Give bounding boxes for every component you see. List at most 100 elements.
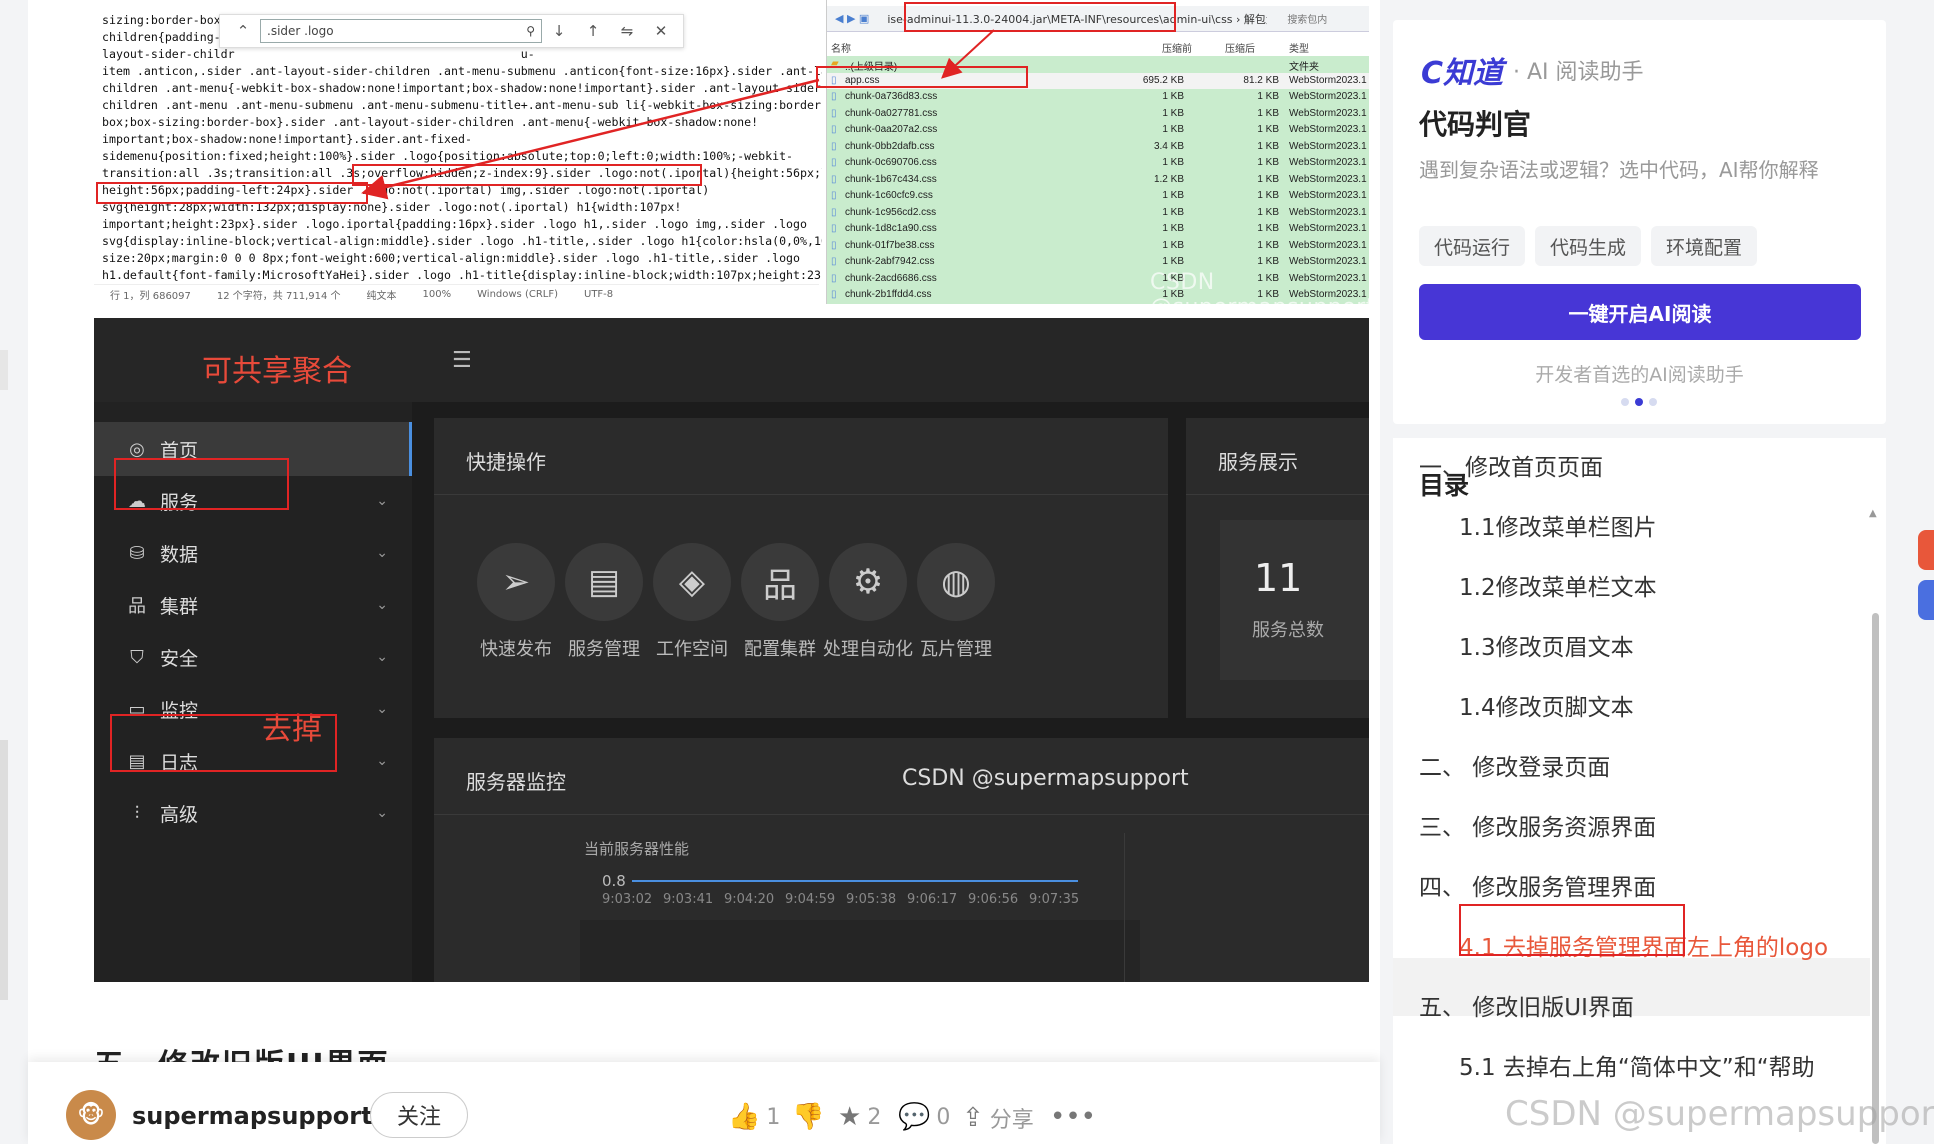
menu-toggle-icon[interactable]: ☰: [452, 348, 472, 373]
article-column: sizing:border-box;/*...*/.sider .ant-lay…: [28, 0, 1380, 1144]
chevron-down-icon[interactable]: ⌄: [376, 545, 388, 561]
sidebar-item-label: 安全: [160, 647, 199, 670]
action-thumbs-down[interactable]: 👎: [792, 1102, 824, 1132]
left-scrollbar[interactable]: [0, 740, 8, 1000]
annotation-arrows: [361, 29, 995, 200]
time-tick: 9:06:56: [968, 892, 1019, 907]
main-content: 快捷操作 ➢ 快速发布 ▤ 服务管理 ◈ 工作空间品配置集群 ⚙ 处理自动化 ◍ 瓦片管理 服务展…: [412, 402, 1369, 982]
quick-ops-list: ➢ 快速发布 ▤ 服务管理 ◈ 工作空间品配置集群 ⚙ 处理自动化 ◍ 瓦片管理: [434, 418, 1168, 718]
card-description: 遇到复杂语法或逻辑？选中代码，AI帮你解释: [1419, 158, 1819, 182]
shield-icon: ⛉: [130, 646, 144, 668]
sidebar-item-label: 高级: [160, 803, 199, 826]
card-note: 开发者首选的AI阅读助手: [1535, 364, 1744, 386]
toc-item[interactable]: 三、 修改服务资源界面: [1419, 808, 1656, 842]
sidebar-item-2[interactable]: ⛁ 数据 ⌄: [94, 526, 412, 580]
sidebar-item-4[interactable]: ⛉ 安全 ⌄: [94, 630, 412, 684]
chevron-down-icon[interactable]: ⌄: [376, 597, 388, 613]
action-bar: 👍 1 👎 ★ 2 💬 0 ⇪ 分享 •••: [28, 1062, 1380, 1144]
toc-item[interactable]: 5.1 去掉右上角“简体中文”和“帮助: [1459, 1048, 1815, 1082]
action-thumbs-up[interactable]: 👍 1: [728, 1102, 780, 1132]
toc-item[interactable]: 二、 修改登录页面: [1419, 748, 1610, 782]
action-count: 1: [766, 1104, 781, 1130]
toc-panel: 目录 一、修改首页页面 1.1修改菜单栏图片 1.2修改菜单栏文本 1.3修改页眉文本…: [1393, 438, 1886, 1144]
author-bar: 🐵 supermapsupport 关注 👍 1 👎 ★ 2 💬 0 ⇪ 分享 •••: [28, 1062, 1380, 1144]
chevron-down-icon[interactable]: ⌄: [376, 493, 388, 509]
panel-divider: [1186, 494, 1369, 495]
action-comment[interactable]: 💬 0: [898, 1102, 950, 1132]
service-count-label: 服务总数: [1252, 620, 1324, 641]
server-monitor-title: 服务器监控: [466, 770, 566, 794]
tag-code-gen[interactable]: 代码生成: [1535, 226, 1641, 266]
toc-item[interactable]: 四、 修改服务管理界面: [1419, 868, 1656, 902]
thumbs-up-icon[interactable]: 👍: [728, 1102, 760, 1132]
time-tick: 9:06:17: [907, 892, 958, 907]
service-display-panel: 服务展示 11 服务总数: [1186, 418, 1369, 718]
tag-env-config[interactable]: 环境配置: [1651, 226, 1757, 266]
action-share[interactable]: ⇪ 分享: [962, 1102, 1034, 1134]
annotation-box-toc: [1459, 904, 1685, 956]
ai-reader-card: C知道 · AI 阅读助手 代码判官 遇到复杂语法或逻辑？选中代码，AI帮你解释…: [1393, 20, 1886, 424]
carousel-dot-active[interactable]: [1635, 398, 1643, 406]
paper-plane-icon: ➢: [477, 543, 555, 621]
action-count: 分享: [989, 1108, 1034, 1133]
annotation-box-advanced: [110, 714, 337, 772]
toc-item[interactable]: 一、修改首页页面: [1419, 448, 1603, 482]
toc-item[interactable]: 1.1修改菜单栏图片: [1459, 508, 1657, 542]
more-icon[interactable]: •••: [1050, 1102, 1096, 1132]
annotation-box-data: [114, 458, 289, 510]
left-margin-strip: [0, 350, 8, 390]
sidebar-item-7[interactable]: ⫶ 高级 ⌄: [94, 786, 412, 840]
perf-label: 当前服务器性能: [584, 840, 690, 858]
toc-item[interactable]: 1.3修改页眉文本: [1459, 628, 1634, 662]
chevron-down-icon[interactable]: ⌄: [376, 649, 388, 665]
toc-item[interactable]: 1.4修改页脚文本: [1459, 688, 1634, 722]
time-tick: 9:04:20: [724, 892, 775, 907]
float-button[interactable]: [1918, 530, 1934, 570]
service-count-card[interactable]: 11 服务总数: [1220, 520, 1369, 680]
brand-title: 可共享聚合: [202, 354, 352, 389]
carousel-dot[interactable]: [1621, 398, 1629, 406]
chevron-down-icon[interactable]: ⌄: [376, 805, 388, 821]
right-edge-widgets: [1914, 490, 1934, 1050]
thumbs-down-icon[interactable]: 👎: [792, 1102, 824, 1132]
carousel-dot[interactable]: [1649, 398, 1657, 406]
action-count: 2: [867, 1104, 882, 1130]
comment-icon[interactable]: 💬: [898, 1102, 930, 1132]
database-icon: ⛁: [129, 542, 145, 564]
action-more[interactable]: •••: [1050, 1102, 1096, 1132]
chart-bottom: [580, 920, 1140, 982]
sidebar-item-label: 集群: [160, 595, 199, 618]
chevron-down-icon[interactable]: ⌄: [376, 701, 388, 717]
open-ai-reading-button[interactable]: 一键开启AI阅读: [1419, 284, 1861, 340]
quick-ops-panel: 快捷操作 ➢ 快速发布 ▤ 服务管理 ◈ 工作空间品配置集群 ⚙ 处理自动化 ◍ 瓦片管理: [434, 418, 1168, 718]
toc-item[interactable]: 1.2修改菜单栏文本: [1459, 568, 1657, 602]
sliders-icon: ⫶: [134, 802, 140, 824]
toc-item[interactable]: 五、 修改旧版UI界面: [1419, 988, 1634, 1022]
time-tick: 9:07:35: [1029, 892, 1080, 907]
perf-line: [632, 880, 1078, 882]
chart-divider: [1124, 833, 1125, 982]
watermark: CSDN @supermapsupport: [902, 766, 1189, 791]
chevron-down-icon[interactable]: ⌄: [376, 753, 388, 769]
panel-divider: [434, 814, 1369, 815]
star-icon[interactable]: ★: [838, 1102, 861, 1132]
quick-op-5[interactable]: ◍ 瓦片管理: [901, 543, 1011, 661]
workspace-icon: ◈: [653, 543, 731, 621]
float-button[interactable]: [1918, 580, 1934, 620]
scroll-up-icon[interactable]: ▲: [1869, 508, 1877, 519]
service-count: 11: [1254, 556, 1303, 600]
tag-code-run[interactable]: 代码运行: [1419, 226, 1525, 266]
screenshot-service-manager: 可共享聚合 ☰ ◎ 首页 ☁ 服务 ⌄ ⛁ 数据 ⌄ 品集群 ⌄ ⛉ 安全 ⌄ ▭ 监控 ⌄ ▤ 日志 ⌄ ⫶ 高级 ⌄ …: [94, 318, 1369, 982]
service-display-title: 服务展示: [1218, 450, 1298, 474]
server-gear-icon: ▤: [565, 543, 643, 621]
share-icon[interactable]: ⇪: [962, 1103, 984, 1133]
sidebar-item-3[interactable]: 品集群 ⌄: [94, 578, 412, 632]
toc-scrollbar[interactable]: [1872, 613, 1879, 1144]
action-count: 0: [936, 1104, 951, 1130]
screenshot-editor-explorer: sizing:border-box;/*...*/.sider .ant-lay…: [94, 0, 1369, 304]
cluster-icon: 品: [128, 596, 146, 617]
cknow-logo: C知道: [1421, 56, 1504, 91]
action-star[interactable]: ★ 2: [838, 1102, 881, 1132]
perf-y-tick: 0.8: [602, 872, 626, 890]
toc-list: 一、修改首页页面 1.1修改菜单栏图片 1.2修改菜单栏文本 1.3修改页眉文本 1.4…: [1393, 438, 1870, 1144]
